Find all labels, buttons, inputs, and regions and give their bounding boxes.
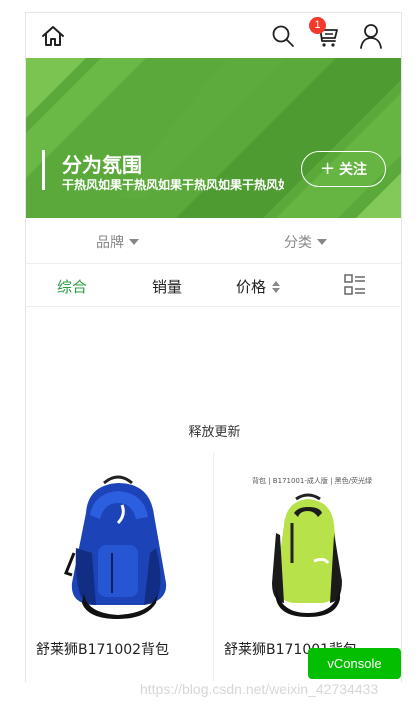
store-title: 分为氛围 — [62, 153, 142, 177]
caret-down-icon — [129, 239, 139, 245]
top-bar: 1 — [26, 13, 401, 59]
sort-tab-comprehensive[interactable]: 综合 — [57, 276, 87, 297]
sort-tab-sales[interactable]: 销量 — [152, 276, 182, 297]
filter-bar: 品牌 分类 — [26, 218, 401, 264]
banner-background — [26, 58, 401, 218]
caret-down-icon — [317, 239, 327, 245]
sort-bar: 综合 销量 价格 — [26, 264, 401, 307]
filter-category-label: 分类 — [284, 235, 312, 251]
filter-brand-label: 品牌 — [96, 235, 124, 251]
product-card[interactable]: 舒莱狮B171002背包 — [26, 453, 214, 682]
home-icon[interactable] — [40, 23, 66, 49]
sort-tab-label: 价格 — [236, 278, 267, 296]
user-icon[interactable] — [359, 23, 383, 49]
product-name: 舒莱狮B171002背包 — [36, 642, 170, 658]
cart-badge: 1 — [309, 17, 326, 34]
product-image-green-backpack — [272, 493, 342, 617]
filter-brand[interactable]: 品牌 — [96, 232, 139, 252]
follow-button-label: 关注 — [339, 162, 368, 178]
follow-button[interactable]: + 关注 — [301, 151, 386, 187]
watermark-text: https://blog.csdn.net/weixin_42734433 — [140, 681, 379, 697]
sort-arrows-icon — [272, 280, 281, 293]
store-subtitle: 干热风如果干热风如果干热风如果干热风如果干热风如果 — [62, 178, 284, 192]
banner-accent-bar — [42, 150, 45, 190]
store-banner: 分为氛围 干热风如果干热风如果干热风如果干热风如果干热风如果 + 关注 — [26, 58, 401, 218]
search-icon[interactable] — [271, 24, 295, 48]
pull-refresh-text: 释放更新 — [188, 425, 241, 440]
sort-tab-label: 销量 — [152, 278, 183, 296]
plus-icon: + — [319, 158, 336, 179]
layout-toggle-icon[interactable] — [344, 274, 366, 296]
vconsole-button[interactable]: vConsole — [308, 648, 401, 679]
filter-category[interactable]: 分类 — [284, 232, 327, 252]
product-image-blue-backpack — [64, 475, 167, 619]
app-screen: 1 分为氛围 干热风如果干热风如果干热风如果干热风如果干热风如果 + 关注 品牌 — [25, 12, 402, 682]
sort-tab-label: 综合 — [57, 278, 88, 296]
sort-tab-price[interactable]: 价格 — [236, 276, 281, 297]
